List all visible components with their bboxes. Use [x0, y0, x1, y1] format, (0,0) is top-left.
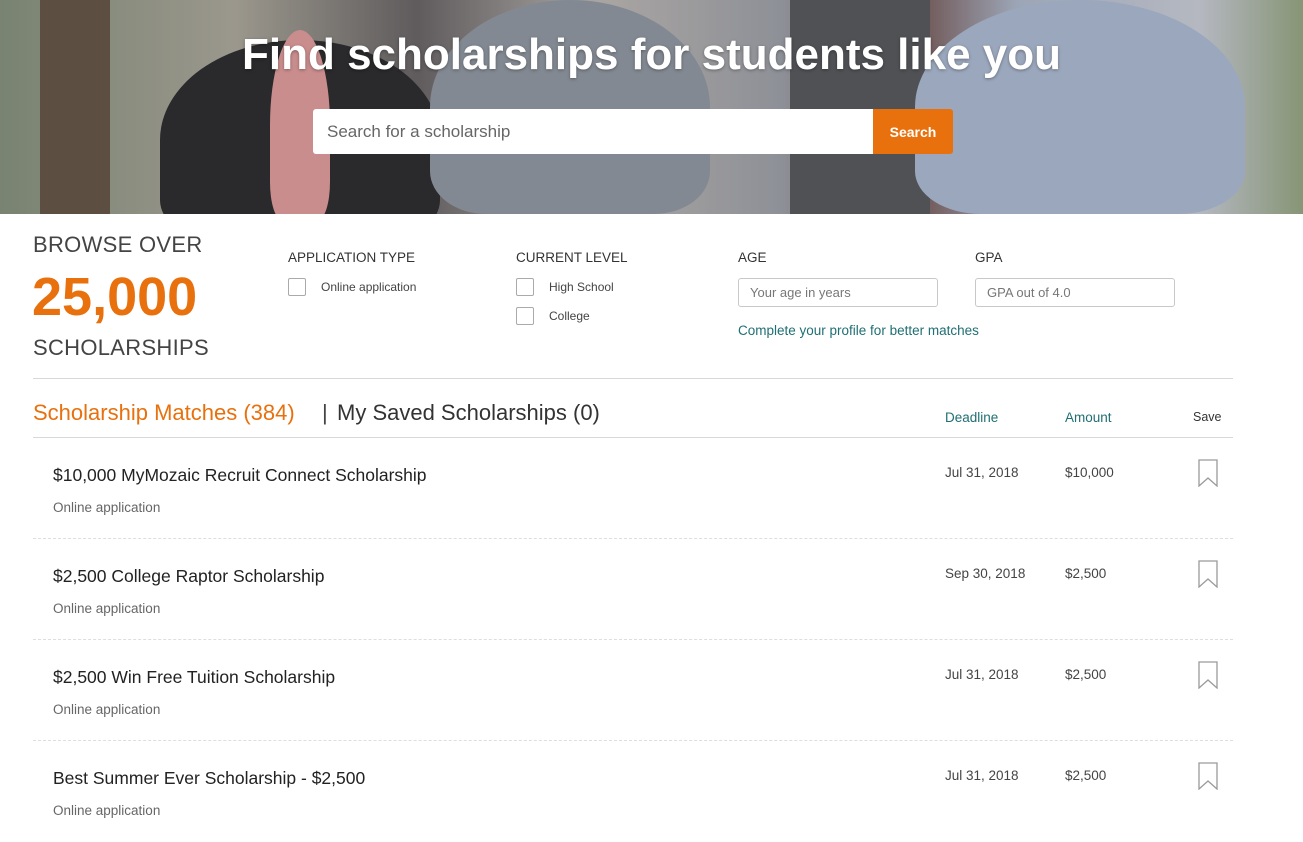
deadline-column-header[interactable]: Deadline	[945, 410, 998, 425]
tab-separator: |	[322, 400, 328, 425]
search-button[interactable]: Search	[873, 109, 953, 154]
scholarship-title[interactable]: $2,500 Win Free Tuition Scholarship	[53, 667, 335, 688]
scholarship-deadline: Jul 31, 2018	[945, 768, 1019, 783]
scholarship-count: 25,000	[32, 267, 198, 327]
amount-column-header[interactable]: Amount	[1065, 410, 1112, 425]
bookmark-icon[interactable]	[1198, 661, 1218, 689]
scholarship-deadline: Jul 31, 2018	[945, 667, 1019, 682]
gpa-field[interactable]	[975, 278, 1175, 307]
bookmark-icon[interactable]	[1198, 459, 1218, 487]
save-column-header: Save	[1193, 410, 1222, 424]
checkbox-label: Online application	[321, 280, 417, 294]
scholarship-type: Online application	[53, 803, 161, 818]
scholarship-amount: $2,500	[1065, 566, 1107, 581]
scholarship-amount: $10,000	[1065, 465, 1114, 480]
gpa-label: GPA	[975, 250, 1003, 265]
scholarship-row[interactable]: $10,000 MyMozaic Recruit Connect Scholar…	[33, 438, 1233, 539]
online-application-checkbox[interactable]	[288, 278, 306, 296]
scholarship-row[interactable]: $2,500 Win Free Tuition Scholarship Onli…	[33, 640, 1233, 741]
scholarship-deadline: Jul 31, 2018	[945, 465, 1019, 480]
scholarship-title[interactable]: $2,500 College Raptor Scholarship	[53, 566, 324, 587]
checkbox-label: High School	[549, 280, 614, 294]
online-application-option[interactable]: Online application	[288, 278, 416, 296]
scholarship-type: Online application	[53, 601, 161, 616]
checkbox-label: College	[549, 309, 590, 323]
college-option[interactable]: College	[516, 307, 590, 325]
college-checkbox[interactable]	[516, 307, 534, 325]
scholarship-amount: $2,500	[1065, 768, 1107, 783]
hero-banner: Find scholarships for students like you …	[0, 0, 1303, 214]
age-field[interactable]	[738, 278, 938, 307]
browse-over-label: BROWSE OVER	[33, 232, 203, 257]
scholarship-type: Online application	[53, 702, 161, 717]
scholarship-row[interactable]: $2,500 College Raptor Scholarship Online…	[33, 539, 1233, 640]
scholarship-row[interactable]: Best Summer Ever Scholarship - $2,500 On…	[33, 741, 1233, 842]
search-input[interactable]	[313, 109, 873, 154]
scholarship-type: Online application	[53, 500, 161, 515]
tab-scholarship-matches[interactable]: Scholarship Matches (384)	[33, 400, 295, 426]
tab-saved-scholarships[interactable]: My Saved Scholarships (0)	[337, 400, 600, 426]
hero-title: Find scholarships for students like you	[241, 30, 1062, 79]
scholarship-amount: $2,500	[1065, 667, 1107, 682]
high-school-checkbox[interactable]	[516, 278, 534, 296]
scholarship-title[interactable]: $10,000 MyMozaic Recruit Connect Scholar…	[53, 465, 427, 486]
current-level-label: CURRENT LEVEL	[516, 250, 628, 265]
complete-profile-link[interactable]: Complete your profile for better matches	[738, 323, 979, 338]
application-type-label: APPLICATION TYPE	[288, 250, 416, 265]
scholarship-deadline: Sep 30, 2018	[945, 566, 1026, 581]
age-label: AGE	[738, 250, 767, 265]
bookmark-icon[interactable]	[1198, 560, 1218, 588]
section-divider	[33, 378, 1233, 379]
bookmark-icon[interactable]	[1198, 762, 1218, 790]
high-school-option[interactable]: High School	[516, 278, 614, 296]
scholarships-label: SCHOLARSHIPS	[33, 335, 209, 360]
scholarship-title[interactable]: Best Summer Ever Scholarship - $2,500	[53, 768, 365, 789]
